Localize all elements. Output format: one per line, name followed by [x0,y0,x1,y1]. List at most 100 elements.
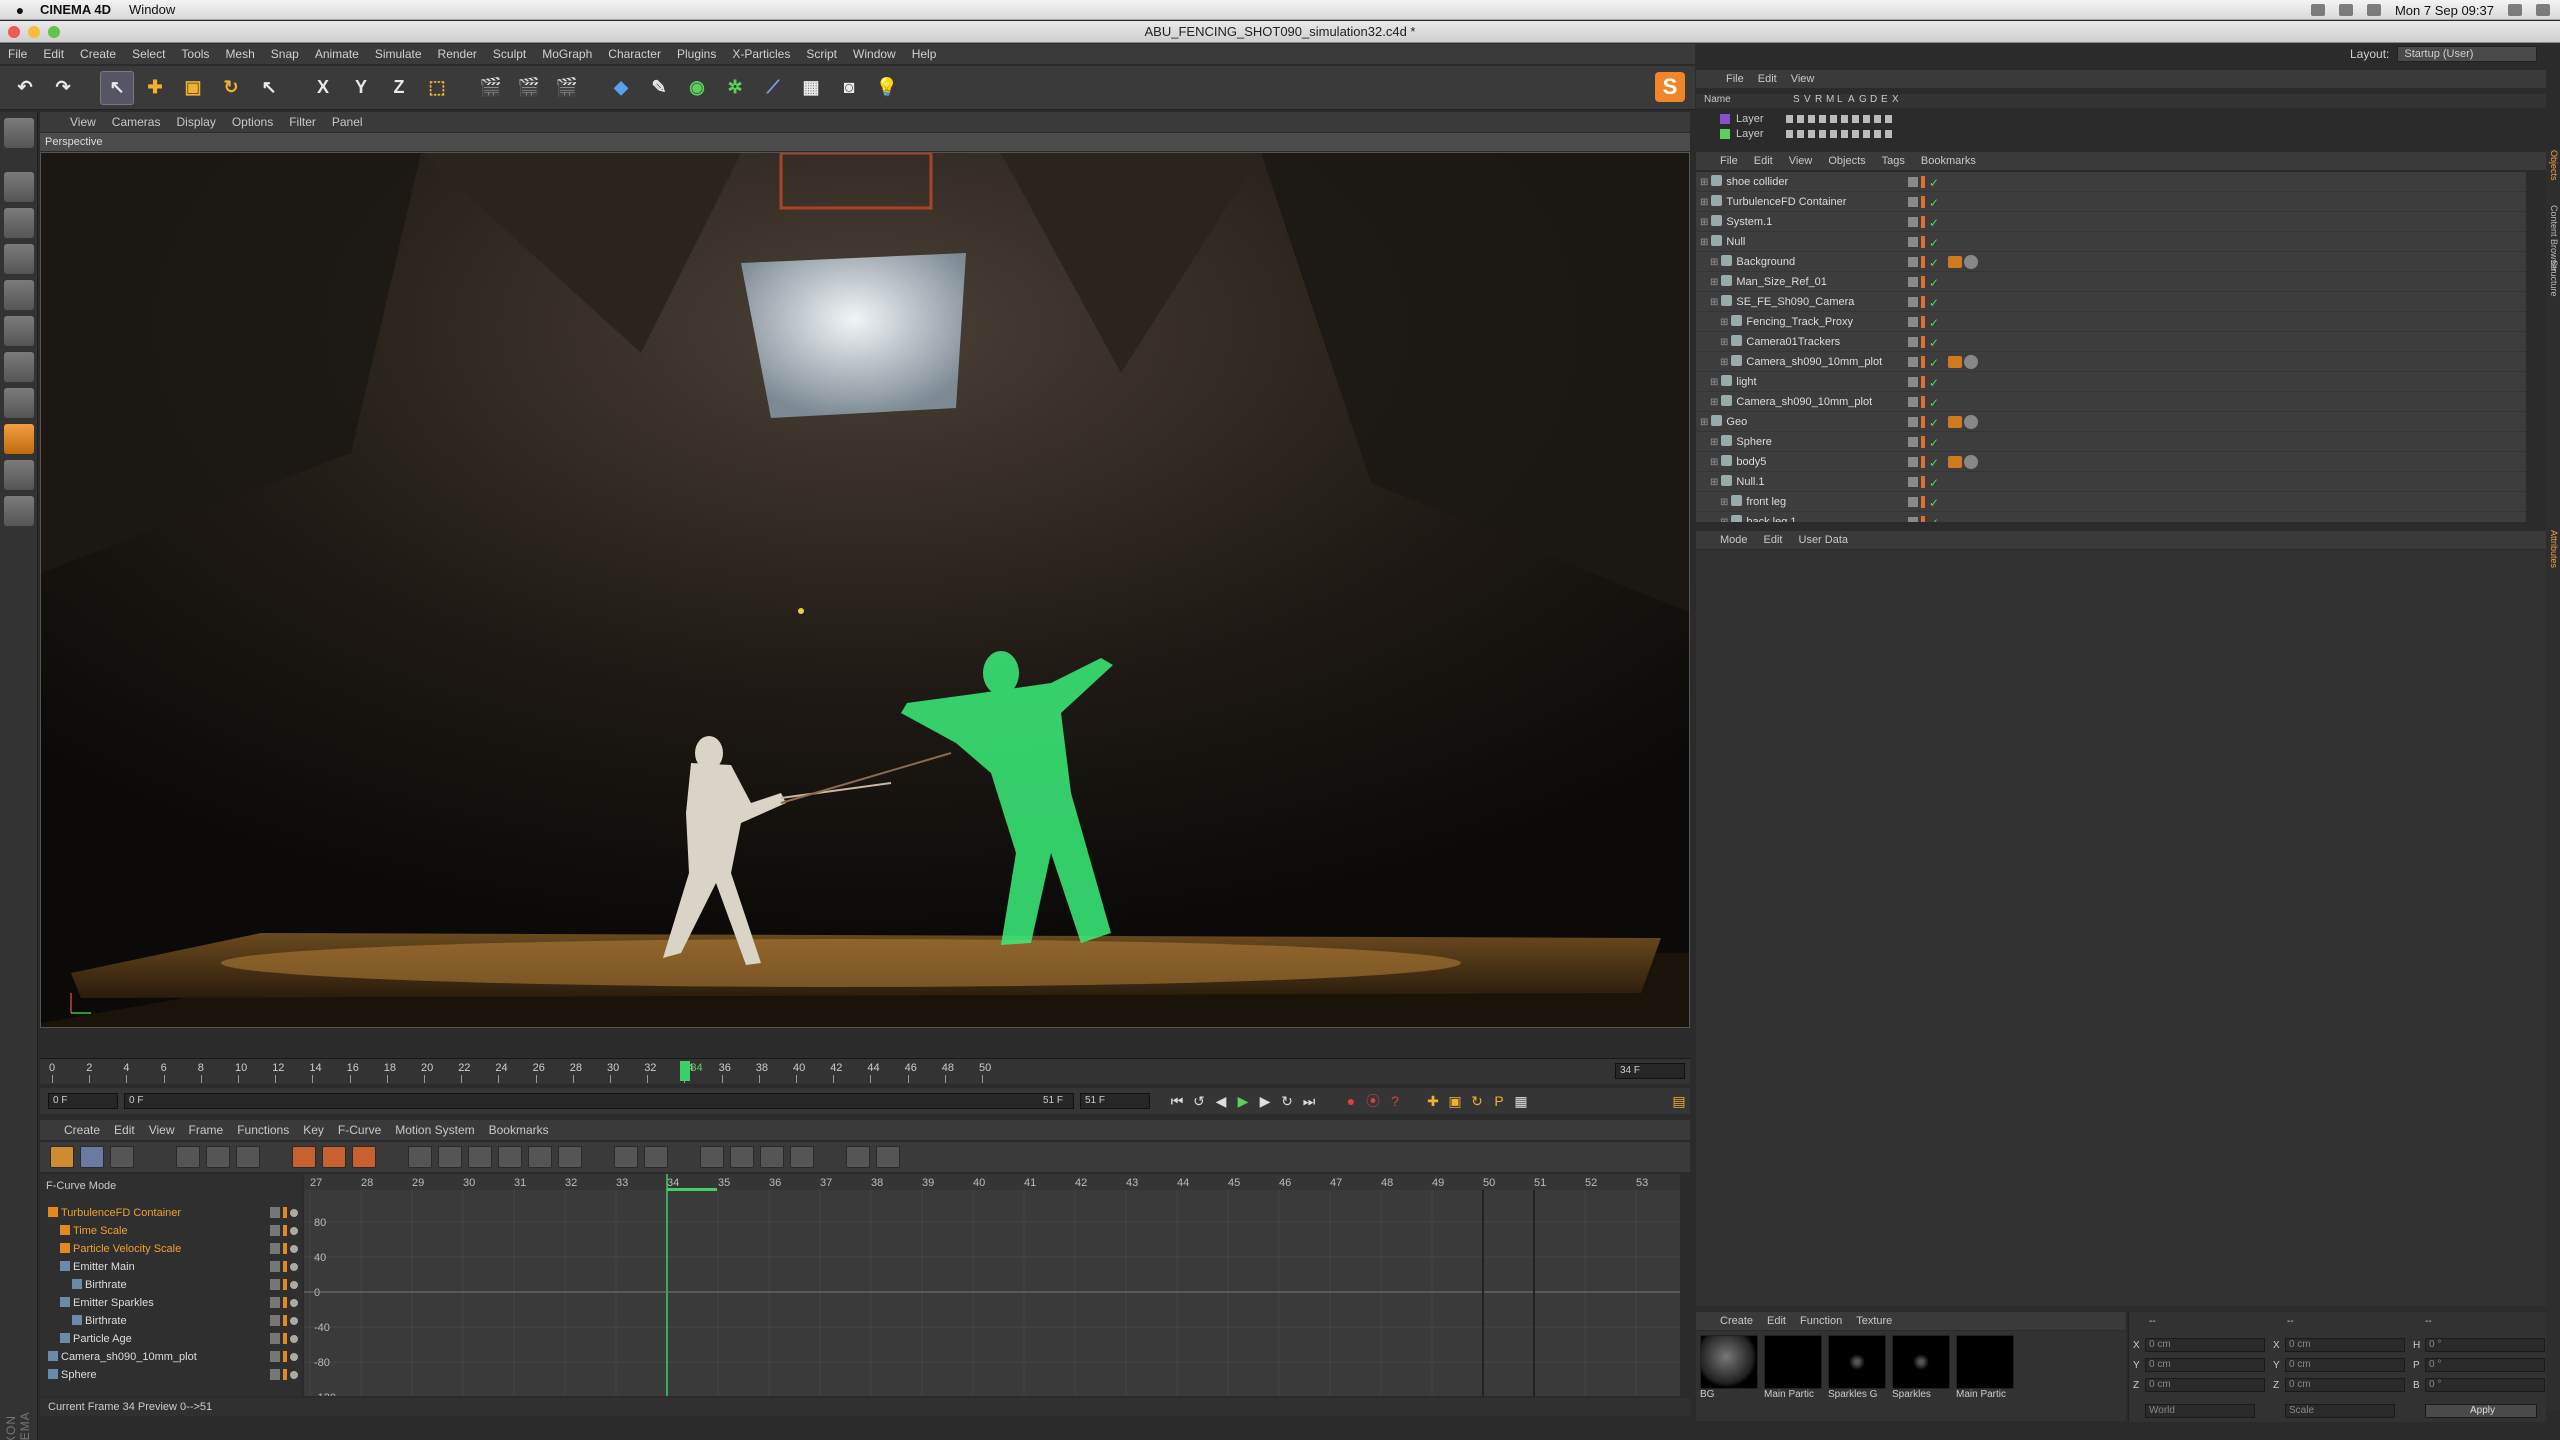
zero-angle-icon[interactable] [730,1146,754,1168]
visibility-dots-icon[interactable] [1921,216,1925,228]
workplane-mode-icon[interactable] [4,244,34,274]
fcurve-menu-create[interactable]: Create [64,1123,100,1137]
object-row[interactable]: ⊞ Fencing_Track_Proxy ✓ [1696,312,2526,332]
visibility-dots-icon[interactable] [1921,316,1925,328]
layer-menu-file[interactable]: File [1726,73,1744,85]
side-tab-attributes[interactable]: Attributes [2547,530,2559,568]
scale-tool-icon[interactable]: ▣ [176,71,210,105]
spline-pen-icon[interactable]: ✎ [642,71,676,105]
track-lock-icon[interactable] [290,1317,298,1325]
menu-tools[interactable]: Tools [181,47,209,61]
fcurve-menu-f-curve[interactable]: F-Curve [338,1123,381,1137]
texture-mode-icon[interactable] [4,208,34,238]
layer-color-swatch[interactable] [1720,129,1730,139]
frame-all-icon[interactable] [176,1146,200,1168]
layer-toggle-icon[interactable] [1908,317,1918,327]
visibility-dots-icon[interactable] [1921,396,1925,408]
start-frame-field[interactable]: 0 F [48,1093,118,1109]
viewport-menu-display[interactable]: Display [176,115,215,129]
attribute-menu-edit[interactable]: Edit [1764,534,1783,546]
unify-tangents-icon[interactable] [790,1146,814,1168]
layer-flag-icon[interactable] [1819,115,1826,123]
track-lock-icon[interactable] [290,1245,298,1253]
material-menu-edit[interactable]: Edit [1767,1315,1786,1327]
workplane-snap-icon[interactable] [4,496,34,526]
side-tab-structure[interactable]: Structure [2547,260,2559,297]
step-interpolation-icon[interactable] [468,1146,492,1168]
fcurve-graph[interactable]: 27 28 29 30 31 32 33 34 35 36 37 38 39 40 41 42 43 44 45 46… [304,1174,1680,1396]
texture-tag-icon[interactable] [1948,356,1962,368]
layer-flag-icon[interactable] [1797,130,1804,138]
volume-icon[interactable] [2366,4,2381,16]
spline-interpolation-icon[interactable] [408,1146,432,1168]
cube-primitive-icon[interactable]: ◆ [604,71,638,105]
recent-tool-icon[interactable]: ↖ [252,71,286,105]
side-tab-objects[interactable]: Objects [2547,150,2559,181]
track-lock-icon[interactable] [290,1335,298,1343]
track-enable-icon[interactable] [270,1207,280,1218]
object-row[interactable]: ⊞ Camera_sh090_10mm_plot ✓ [1696,392,2526,412]
layer-flag-icon[interactable] [1852,115,1859,123]
viewport-menu-view[interactable]: View [70,115,96,129]
object-row[interactable]: ⊞ body5 ✓ [1696,452,2526,472]
live-selection-icon[interactable]: ↖ [100,70,134,105]
expand-toggle-icon[interactable]: ⊞ [1720,357,1728,368]
key-scale-icon[interactable]: ▣ [1444,1091,1466,1111]
layer-menu-view[interactable]: View [1791,73,1815,85]
viewport-menu-cameras[interactable]: Cameras [112,115,161,129]
layer-flag-icon[interactable] [1885,115,1892,123]
coord-value-field[interactable]: 0 cm [2285,1358,2405,1372]
y-axis-toggle[interactable]: Y [344,71,378,105]
z-axis-toggle[interactable]: Z [382,71,416,105]
menu-sculpt[interactable]: Sculpt [493,47,526,61]
expand-toggle-icon[interactable]: ⊞ [1710,477,1718,488]
object-menu-tags[interactable]: Tags [1882,155,1905,167]
layer-flag-icon[interactable] [1797,115,1804,123]
object-row[interactable]: ⊞ TurbulenceFD Container ✓ [1696,192,2526,212]
axis-mode-icon[interactable] [4,388,34,418]
layer-toggle-icon[interactable] [1908,397,1918,407]
apple-menu-icon[interactable]: ● [0,2,40,18]
enabled-check-icon[interactable]: ✓ [1929,233,1939,253]
fcurve-menu-edit[interactable]: Edit [114,1123,135,1137]
go-to-end-icon[interactable]: ⏭ [1298,1091,1320,1111]
array-icon[interactable]: ✲ [718,71,752,105]
timeline-window-icon[interactable]: ▤ [1668,1091,1690,1111]
enabled-check-icon[interactable]: ✓ [1929,293,1939,313]
track-enable-icon[interactable] [270,1369,280,1380]
make-editable-icon[interactable] [4,118,34,148]
script-s-icon[interactable]: S [1655,72,1685,102]
delete-key-icon[interactable] [352,1146,376,1168]
layer-flag-icon[interactable] [1819,130,1826,138]
subdivision-surface-icon[interactable]: ◉ [680,71,714,105]
layer-toggle-icon[interactable] [1908,477,1918,487]
expand-toggle-icon[interactable]: ⊞ [1720,337,1728,348]
key-rotation-icon[interactable]: ↻ [1466,1091,1488,1111]
layer-flag-icon[interactable] [1786,115,1793,123]
snapping-icon[interactable] [4,460,34,490]
menu-select[interactable]: Select [132,47,165,61]
track-lock-icon[interactable] [290,1227,298,1235]
expand-toggle-icon[interactable]: ⊞ [1700,237,1708,248]
visibility-dots-icon[interactable] [1921,176,1925,188]
layer-toggle-icon[interactable] [1908,357,1918,367]
wifi-icon[interactable] [2338,4,2353,16]
track-lock-icon[interactable] [290,1263,298,1271]
visibility-dots-icon[interactable] [1921,476,1925,488]
add-key-icon[interactable] [292,1146,316,1168]
material-tag-icon[interactable] [1964,355,1978,369]
coord-mode-dropdown[interactable]: Scale [2285,1404,2395,1418]
fcurve-mode-icon[interactable] [80,1146,104,1168]
layer-flag-icon[interactable] [1841,115,1848,123]
frame-selected-icon[interactable] [206,1146,230,1168]
undo-icon[interactable]: ↶ [8,71,42,105]
expand-toggle-icon[interactable]: ⊞ [1710,397,1718,408]
object-row[interactable]: ⊞ Null ✓ [1696,232,2526,252]
ease-out-icon[interactable] [528,1146,552,1168]
current-frame-field[interactable]: 34 F [1615,1063,1685,1079]
track-enable-icon[interactable] [270,1225,280,1236]
dropbox-icon[interactable] [2310,4,2325,16]
layer-row[interactable]: Layer [1696,112,2546,126]
autokey-icon[interactable]: ⦿ [1362,1091,1384,1111]
model-mode-icon[interactable] [4,172,34,202]
